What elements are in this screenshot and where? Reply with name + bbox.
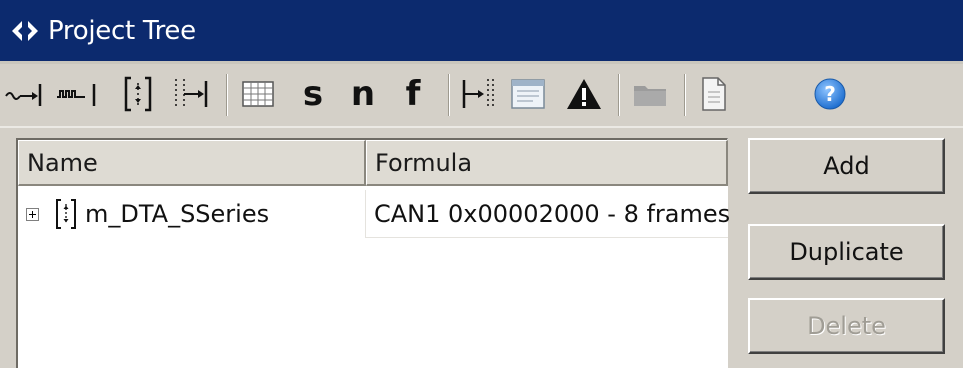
toolbar-separator — [448, 74, 450, 116]
help-icon[interactable]: ? — [808, 72, 852, 116]
formula-cell: CAN1 0x00002000 - 8 frames — [366, 190, 730, 238]
column-header-formula[interactable]: Formula — [366, 140, 728, 186]
add-button[interactable]: Add — [748, 138, 945, 194]
frame-bracket-icon[interactable] — [118, 72, 158, 116]
folder-icon[interactable] — [628, 72, 672, 116]
toolbar-separator — [684, 74, 686, 116]
f-tool-button[interactable]: f — [398, 72, 428, 116]
frame-bracket-icon — [55, 197, 77, 231]
tree-header: Name Formula — [18, 140, 728, 186]
name-cell: m_DTA_SSeries — [18, 190, 366, 238]
svg-text:?: ? — [824, 82, 836, 106]
window-icon[interactable] — [506, 72, 550, 116]
column-header-name[interactable]: Name — [18, 140, 366, 186]
project-tree-view[interactable]: Name Formula m_DTA_SSeries CAN1 0x000020… — [16, 138, 730, 368]
frame-arrow-icon[interactable] — [458, 72, 498, 116]
grid-icon[interactable] — [236, 72, 280, 116]
toolbar-separator — [618, 74, 620, 116]
expand-plus-icon[interactable] — [26, 207, 39, 221]
warning-icon[interactable] — [562, 72, 606, 116]
node-label: m_DTA_SSeries — [85, 200, 270, 228]
tree-row[interactable]: m_DTA_SSeries CAN1 0x00002000 - 8 frames — [18, 190, 730, 238]
signal-arrow-icon[interactable] — [2, 72, 46, 116]
toolbar: s n f ? — [0, 64, 963, 128]
document-icon[interactable] — [694, 72, 734, 116]
window-title: Project Tree — [48, 15, 196, 46]
duplicate-button[interactable]: Duplicate — [748, 224, 945, 280]
n-tool-button[interactable]: n — [346, 72, 380, 116]
title-bar: Project Tree — [0, 0, 963, 64]
toolbar-separator — [226, 74, 228, 116]
split-frame-icon[interactable] — [168, 72, 212, 116]
code-brackets-icon — [6, 12, 44, 50]
s-tool-button[interactable]: s — [296, 72, 330, 116]
delete-button[interactable]: Delete — [748, 298, 945, 354]
waveform-icon[interactable] — [52, 72, 102, 116]
